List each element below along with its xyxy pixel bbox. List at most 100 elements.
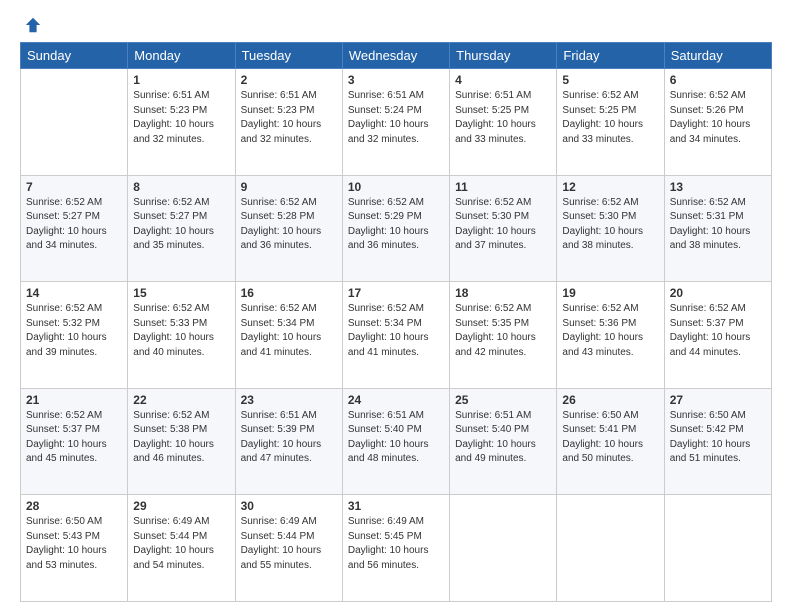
day-info: Sunrise: 6:51 AM Sunset: 5:40 PM Dayligh… xyxy=(348,409,444,467)
day-number: 22 xyxy=(133,393,229,407)
day-info: Sunrise: 6:52 AM Sunset: 5:34 PM Dayligh… xyxy=(348,302,444,360)
day-number: 5 xyxy=(562,73,658,87)
calendar-cell xyxy=(664,495,771,602)
day-info: Sunrise: 6:52 AM Sunset: 5:35 PM Dayligh… xyxy=(455,302,551,360)
calendar-header-cell: Tuesday xyxy=(235,43,342,69)
day-info: Sunrise: 6:52 AM Sunset: 5:29 PM Dayligh… xyxy=(348,196,444,254)
day-number: 28 xyxy=(26,499,122,513)
day-number: 19 xyxy=(562,286,658,300)
calendar-cell: 6Sunrise: 6:52 AM Sunset: 5:26 PM Daylig… xyxy=(664,69,771,176)
day-info: Sunrise: 6:50 AM Sunset: 5:42 PM Dayligh… xyxy=(670,409,766,467)
day-info: Sunrise: 6:51 AM Sunset: 5:25 PM Dayligh… xyxy=(455,89,551,147)
day-info: Sunrise: 6:51 AM Sunset: 5:40 PM Dayligh… xyxy=(455,409,551,467)
calendar-cell xyxy=(21,69,128,176)
calendar-cell: 1 Sunrise: 6:51 AM Sunset: 5:23 PM Daylig… xyxy=(128,69,235,176)
calendar-row: 7 Sunrise: 6:52 AM Sunset: 5:27 PM Daylig… xyxy=(21,175,772,282)
calendar-cell: 5 Sunrise: 6:52 AM Sunset: 5:25 PM Daylig… xyxy=(557,69,664,176)
day-info: Sunrise: 6:52 AM Sunset: 5:37 PM Dayligh… xyxy=(670,302,766,360)
calendar-header-cell: Wednesday xyxy=(342,43,449,69)
day-number: 29 xyxy=(133,499,229,513)
day-number: 30 xyxy=(241,499,337,513)
calendar-cell: 31Sunrise: 6:49 AM Sunset: 5:45 PM Dayli… xyxy=(342,495,449,602)
calendar-cell: 23 Sunrise: 6:51 AM Sunset: 5:39 PM Dayli… xyxy=(235,388,342,495)
day-info: Sunrise: 6:52 AM Sunset: 5:38 PM Dayligh… xyxy=(133,409,229,467)
day-number: 12 xyxy=(562,180,658,194)
day-number: 2 xyxy=(241,73,337,87)
logo xyxy=(20,16,42,34)
calendar-header-cell: Monday xyxy=(128,43,235,69)
calendar-cell: 16 Sunrise: 6:52 AM Sunset: 5:34 PM Dayli… xyxy=(235,282,342,389)
calendar-header-cell: Friday xyxy=(557,43,664,69)
day-number: 3 xyxy=(348,73,444,87)
day-number: 24 xyxy=(348,393,444,407)
day-number: 23 xyxy=(241,393,337,407)
calendar-cell: 2 Sunrise: 6:51 AM Sunset: 5:23 PM Daylig… xyxy=(235,69,342,176)
calendar-row: 28 Sunrise: 6:50 AM Sunset: 5:43 PM Dayli… xyxy=(21,495,772,602)
day-info: Sunrise: 6:52 AM Sunset: 5:36 PM Dayligh… xyxy=(562,302,658,360)
day-number: 14 xyxy=(26,286,122,300)
day-info: Sunrise: 6:52 AM Sunset: 5:37 PM Dayligh… xyxy=(26,409,122,467)
calendar-cell: 13 Sunrise: 6:52 AM Sunset: 5:31 PM Dayli… xyxy=(664,175,771,282)
header xyxy=(20,16,772,34)
day-number: 20 xyxy=(670,286,766,300)
day-info: Sunrise: 6:52 AM Sunset: 5:25 PM Dayligh… xyxy=(562,89,658,147)
calendar-cell: 17 Sunrise: 6:52 AM Sunset: 5:34 PM Dayli… xyxy=(342,282,449,389)
calendar-header-cell: Thursday xyxy=(450,43,557,69)
day-info: Sunrise: 6:52 AM Sunset: 5:33 PM Dayligh… xyxy=(133,302,229,360)
calendar-cell: 14 Sunrise: 6:52 AM Sunset: 5:32 PM Dayli… xyxy=(21,282,128,389)
day-info: Sunrise: 6:51 AM Sunset: 5:24 PM Dayligh… xyxy=(348,89,444,147)
day-info: Sunrise: 6:49 AM Sunset: 5:44 PM Dayligh… xyxy=(133,515,229,573)
calendar-cell: 29 Sunrise: 6:49 AM Sunset: 5:44 PM Dayli… xyxy=(128,495,235,602)
day-info: Sunrise: 6:52 AM Sunset: 5:30 PM Dayligh… xyxy=(455,196,551,254)
day-info: Sunrise: 6:49 AM Sunset: 5:44 PM Dayligh… xyxy=(241,515,337,573)
day-info: Sunrise: 6:52 AM Sunset: 5:31 PM Dayligh… xyxy=(670,196,766,254)
calendar-cell: 25 Sunrise: 6:51 AM Sunset: 5:40 PM Dayli… xyxy=(450,388,557,495)
day-number: 17 xyxy=(348,286,444,300)
calendar-table: SundayMondayTuesdayWednesdayThursdayFrid… xyxy=(20,42,772,602)
calendar-cell: 3 Sunrise: 6:51 AM Sunset: 5:24 PM Daylig… xyxy=(342,69,449,176)
day-number: 6 xyxy=(670,73,766,87)
calendar-header-row: SundayMondayTuesdayWednesdayThursdayFrid… xyxy=(21,43,772,69)
calendar-row: 14 Sunrise: 6:52 AM Sunset: 5:32 PM Dayli… xyxy=(21,282,772,389)
calendar-row: 21Sunrise: 6:52 AM Sunset: 5:37 PM Dayli… xyxy=(21,388,772,495)
day-number: 1 xyxy=(133,73,229,87)
day-number: 25 xyxy=(455,393,551,407)
day-info: Sunrise: 6:52 AM Sunset: 5:28 PM Dayligh… xyxy=(241,196,337,254)
calendar-cell: 10Sunrise: 6:52 AM Sunset: 5:29 PM Dayli… xyxy=(342,175,449,282)
calendar-cell: 9 Sunrise: 6:52 AM Sunset: 5:28 PM Daylig… xyxy=(235,175,342,282)
calendar-cell: 30 Sunrise: 6:49 AM Sunset: 5:44 PM Dayli… xyxy=(235,495,342,602)
day-number: 8 xyxy=(133,180,229,194)
calendar-cell: 7Sunrise: 6:52 AM Sunset: 5:27 PM Daylig… xyxy=(21,175,128,282)
day-info: Sunrise: 6:52 AM Sunset: 5:32 PM Dayligh… xyxy=(26,302,122,360)
day-number: 4 xyxy=(455,73,551,87)
day-info: Sunrise: 6:51 AM Sunset: 5:23 PM Dayligh… xyxy=(133,89,229,147)
calendar-cell: 15 Sunrise: 6:52 AM Sunset: 5:33 PM Dayli… xyxy=(128,282,235,389)
day-info: Sunrise: 6:51 AM Sunset: 5:39 PM Dayligh… xyxy=(241,409,337,467)
day-number: 13 xyxy=(670,180,766,194)
day-number: 15 xyxy=(133,286,229,300)
day-info: Sunrise: 6:52 AM Sunset: 5:27 PM Dayligh… xyxy=(133,196,229,254)
day-number: 7 xyxy=(26,180,122,194)
logo-icon xyxy=(24,16,42,34)
day-info: Sunrise: 6:51 AM Sunset: 5:23 PM Dayligh… xyxy=(241,89,337,147)
calendar-cell: 19 Sunrise: 6:52 AM Sunset: 5:36 PM Dayli… xyxy=(557,282,664,389)
calendar-cell: 11 Sunrise: 6:52 AM Sunset: 5:30 PM Dayli… xyxy=(450,175,557,282)
calendar-cell: 24 Sunrise: 6:51 AM Sunset: 5:40 PM Dayli… xyxy=(342,388,449,495)
day-number: 11 xyxy=(455,180,551,194)
day-info: Sunrise: 6:49 AM Sunset: 5:45 PM Dayligh… xyxy=(348,515,444,573)
day-number: 9 xyxy=(241,180,337,194)
day-info: Sunrise: 6:52 AM Sunset: 5:34 PM Dayligh… xyxy=(241,302,337,360)
calendar-cell: 27 Sunrise: 6:50 AM Sunset: 5:42 PM Dayli… xyxy=(664,388,771,495)
calendar-cell xyxy=(557,495,664,602)
calendar-cell: 12 Sunrise: 6:52 AM Sunset: 5:30 PM Dayli… xyxy=(557,175,664,282)
day-info: Sunrise: 6:50 AM Sunset: 5:41 PM Dayligh… xyxy=(562,409,658,467)
day-number: 26 xyxy=(562,393,658,407)
day-number: 27 xyxy=(670,393,766,407)
day-info: Sunrise: 6:50 AM Sunset: 5:43 PM Dayligh… xyxy=(26,515,122,573)
calendar-header-cell: Sunday xyxy=(21,43,128,69)
day-info: Sunrise: 6:52 AM Sunset: 5:30 PM Dayligh… xyxy=(562,196,658,254)
calendar-cell: 20 Sunrise: 6:52 AM Sunset: 5:37 PM Dayli… xyxy=(664,282,771,389)
day-number: 16 xyxy=(241,286,337,300)
day-number: 18 xyxy=(455,286,551,300)
calendar-header-cell: Saturday xyxy=(664,43,771,69)
